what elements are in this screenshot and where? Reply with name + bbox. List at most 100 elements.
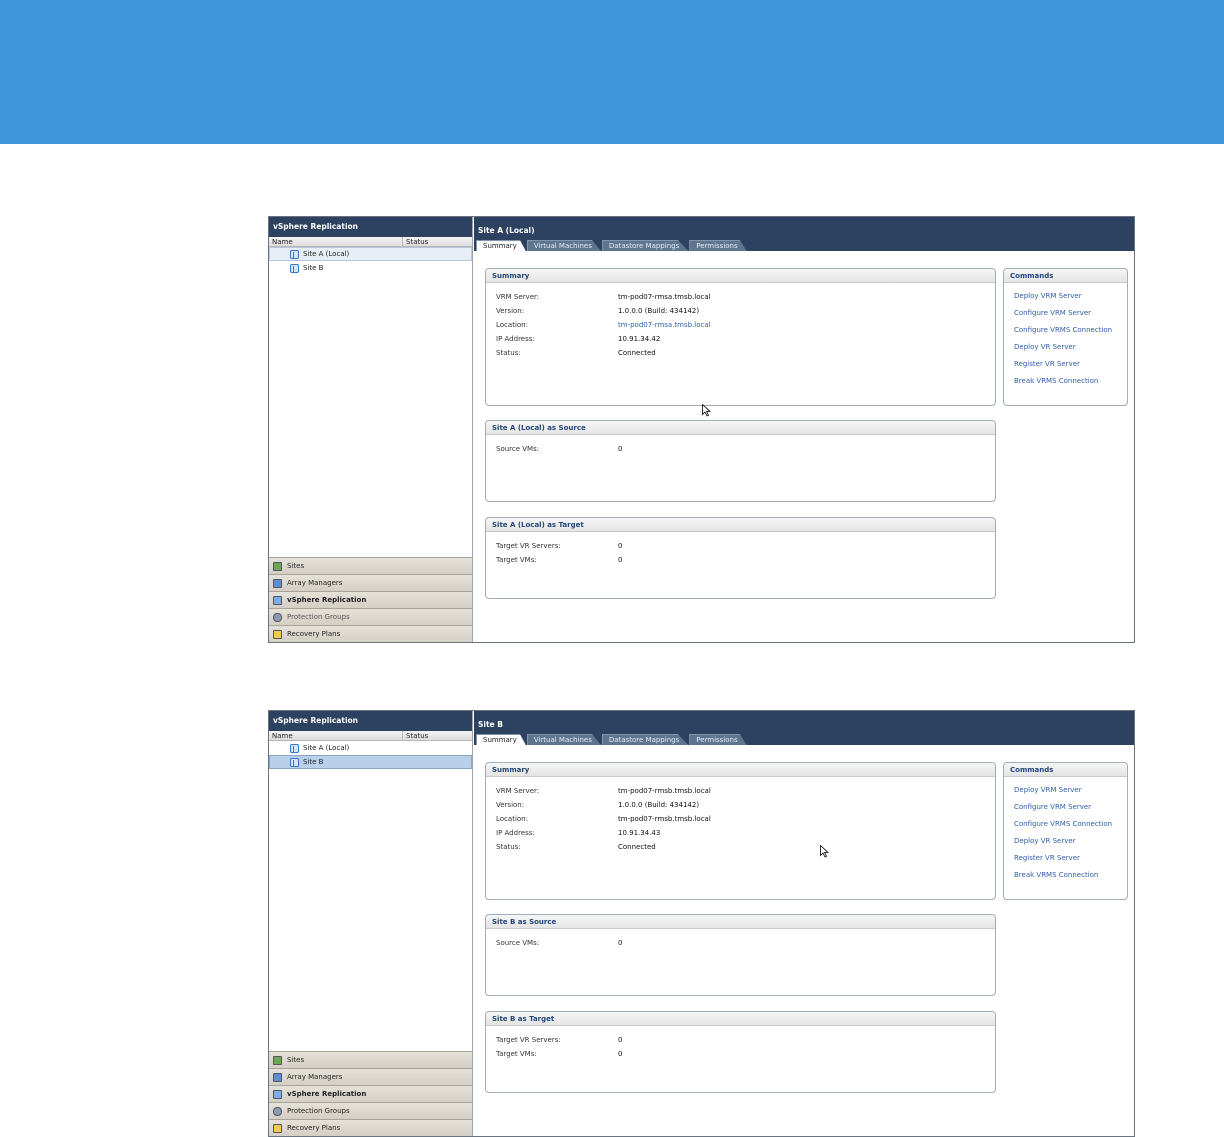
nav-item-recovery-plans[interactable]: Recovery Plans — [269, 1119, 472, 1136]
commands-title: Commands — [1004, 269, 1127, 283]
nav-label: vSphere Replication — [287, 1090, 367, 1098]
column-name[interactable]: Name — [269, 731, 403, 740]
tab-permissions[interactable]: Permissions — [689, 734, 747, 745]
summary-title: Summary — [486, 763, 995, 777]
nav-label: vSphere Replication — [287, 596, 367, 604]
label: Target VMs: — [496, 556, 537, 564]
vsphere-replication-icon — [273, 595, 282, 605]
tree-item-site-a[interactable]: Site A (Local) — [269, 247, 472, 261]
summary-row: IP Address: 10.91.34.43 — [486, 826, 995, 840]
mouse-cursor-icon — [702, 404, 711, 417]
register-vr-server-link[interactable]: Register VR Server — [1004, 849, 1127, 866]
commands-box: Commands Deploy VRM Server Configure VRM… — [1003, 762, 1128, 900]
target-row: Target VMs: 0 — [486, 553, 995, 567]
sites-icon — [273, 1055, 282, 1065]
source-title: Site B as Source — [486, 915, 995, 929]
summary-row: Location: tm-pod07-rmsa.tmsb.local — [486, 318, 995, 332]
register-vr-server-link[interactable]: Register VR Server — [1004, 355, 1127, 372]
nav-item-vsphere-replication[interactable]: vSphere Replication — [269, 591, 472, 608]
value: Connected — [618, 349, 656, 357]
nav-item-sites[interactable]: Sites — [269, 1051, 472, 1068]
tab-virtual-machines[interactable]: Virtual Machines — [526, 240, 601, 251]
summary-box: Summary VRM Server: tm-pod07-rmsa.tmsb.lo… — [485, 268, 996, 406]
summary-box: Summary VRM Server: tm-pod07-rmsb.tmsb.lo… — [485, 762, 996, 900]
recovery-plans-icon — [273, 1123, 282, 1133]
column-status[interactable]: Status — [403, 731, 428, 740]
nav-label: Recovery Plans — [287, 1124, 341, 1132]
tree-item-site-a[interactable]: Site A (Local) — [269, 741, 472, 755]
nav-panel: Sites Array Managers vSphere Replication… — [269, 1051, 472, 1136]
label: IP Address: — [496, 335, 535, 343]
left-pane-title: vSphere Replication — [269, 217, 472, 237]
summary-title: Summary — [486, 269, 995, 283]
nav-item-array-managers[interactable]: Array Managers — [269, 1068, 472, 1085]
tab-summary[interactable]: Summary — [476, 734, 526, 745]
value: 10.91.34.42 — [618, 335, 661, 343]
deploy-vrm-server-link[interactable]: Deploy VRM Server — [1004, 781, 1127, 798]
tab-summary[interactable]: Summary — [476, 240, 526, 251]
deploy-vrm-server-link[interactable]: Deploy VRM Server — [1004, 287, 1127, 304]
target-row: Target VR Servers: 0 — [486, 1033, 995, 1047]
configure-vrms-connection-link[interactable]: Configure VRMS Connection — [1004, 815, 1127, 832]
nav-label: Array Managers — [287, 579, 343, 587]
mouse-cursor-icon — [820, 845, 829, 858]
label: Location: — [496, 815, 528, 823]
tree-item-label: Site A (Local) — [303, 250, 350, 258]
source-row: Source VMs: 0 — [486, 442, 995, 456]
deploy-vr-server-link[interactable]: Deploy VR Server — [1004, 338, 1127, 355]
column-name[interactable]: Name — [269, 237, 403, 246]
tab-bar: Summary Virtual Machines Datastore Mappi… — [476, 240, 748, 251]
left-pane: vSphere Replication Name Status Site A (… — [269, 711, 473, 1136]
deploy-vr-server-link[interactable]: Deploy VR Server — [1004, 832, 1127, 849]
value: tm-pod07-rmsb.tmsb.local — [618, 787, 711, 795]
label: Target VR Servers: — [496, 542, 561, 550]
column-status[interactable]: Status — [403, 237, 428, 246]
break-vrms-connection-link[interactable]: Break VRMS Connection — [1004, 372, 1127, 389]
nav-item-array-managers[interactable]: Array Managers — [269, 574, 472, 591]
array-managers-icon — [273, 578, 282, 588]
header-banner — [0, 0, 1224, 144]
label: VRM Server: — [496, 787, 540, 795]
value: 0 — [618, 1050, 623, 1058]
summary-row: Location: tm-pod07-rmsb.tmsb.local — [486, 812, 995, 826]
label: VRM Server: — [496, 293, 540, 301]
configure-vrms-connection-link[interactable]: Configure VRMS Connection — [1004, 321, 1127, 338]
source-box: Site A (Local) as Source Source VMs: 0 — [485, 420, 996, 502]
tab-permissions[interactable]: Permissions — [689, 240, 747, 251]
tree-item-site-b[interactable]: Site B — [269, 755, 472, 769]
label: IP Address: — [496, 829, 535, 837]
site-icon — [290, 743, 299, 753]
right-pane: Site A (Local) Summary Virtual Machines … — [474, 217, 1134, 642]
nav-label: Recovery Plans — [287, 630, 341, 638]
page-title: Site B — [478, 720, 503, 729]
tab-virtual-machines[interactable]: Virtual Machines — [526, 734, 601, 745]
summary-row: Version: 1.0.0.0 (Build: 434142) — [486, 798, 995, 812]
tab-datastore-mappings[interactable]: Datastore Mappings — [601, 734, 689, 745]
nav-item-sites[interactable]: Sites — [269, 557, 472, 574]
label: Target VMs: — [496, 1050, 537, 1058]
tab-datastore-mappings[interactable]: Datastore Mappings — [601, 240, 689, 251]
nav-panel: Sites Array Managers vSphere Replication… — [269, 557, 472, 642]
configure-vrm-server-link[interactable]: Configure VRM Server — [1004, 798, 1127, 815]
nav-item-vsphere-replication[interactable]: vSphere Replication — [269, 1085, 472, 1102]
tab-bar: Summary Virtual Machines Datastore Mappi… — [476, 734, 748, 745]
site-icon — [290, 757, 299, 767]
location-link[interactable]: tm-pod07-rmsa.tmsb.local — [618, 321, 711, 329]
summary-row: Status: Connected — [486, 346, 995, 360]
tree-item-site-b[interactable]: Site B — [269, 261, 472, 275]
tree-item-label: Site B — [303, 264, 324, 272]
nav-item-protection-groups[interactable]: Protection Groups — [269, 1102, 472, 1119]
summary-row: IP Address: 10.91.34.42 — [486, 332, 995, 346]
right-pane-header: Site B Summary Virtual Machines Datastor… — [474, 711, 1134, 745]
value: 1.0.0.0 (Build: 434142) — [618, 307, 700, 315]
target-row: Target VMs: 0 — [486, 1047, 995, 1061]
screenshot-site-b: vSphere Replication Name Status Site A (… — [268, 710, 1135, 1137]
summary-row: VRM Server: tm-pod07-rmsa.tmsb.local — [486, 290, 995, 304]
configure-vrm-server-link[interactable]: Configure VRM Server — [1004, 304, 1127, 321]
label: Version: — [496, 801, 525, 809]
nav-item-recovery-plans[interactable]: Recovery Plans — [269, 625, 472, 642]
right-pane: Site B Summary Virtual Machines Datastor… — [474, 711, 1134, 1136]
nav-item-protection-groups[interactable]: Protection Groups — [269, 608, 472, 625]
label: Version: — [496, 307, 525, 315]
break-vrms-connection-link[interactable]: Break VRMS Connection — [1004, 866, 1127, 883]
